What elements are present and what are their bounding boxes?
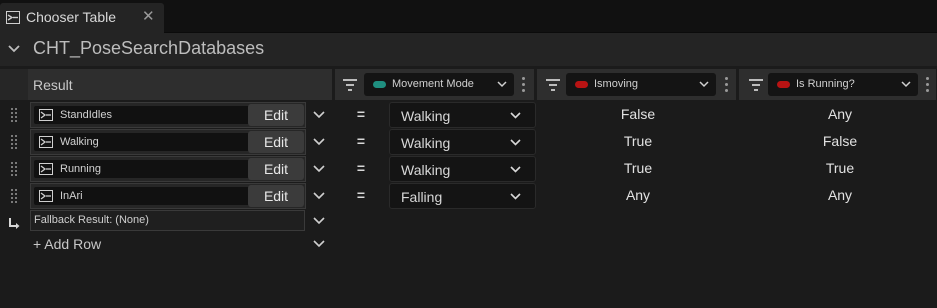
column-options-icon[interactable] bbox=[926, 77, 930, 93]
movement-mode-column-selector[interactable]: Movement Mode bbox=[364, 73, 514, 96]
fallback-result-cell: Fallback Result: (None) bbox=[30, 210, 305, 231]
chevron-down-icon bbox=[901, 81, 911, 88]
result-cell: Walking Edit bbox=[30, 129, 306, 155]
chevron-down-icon bbox=[510, 139, 521, 146]
result-asset-picker[interactable]: Walking bbox=[34, 133, 272, 151]
result-asset-picker[interactable]: InAri bbox=[34, 187, 272, 205]
tab-chooser-table[interactable]: Chooser Table ✕ bbox=[0, 3, 164, 33]
movement-mode-value: Walking bbox=[401, 108, 451, 124]
movement-mode-value: Walking bbox=[401, 135, 451, 151]
chevron-down-icon[interactable] bbox=[312, 239, 326, 249]
chevron-down-icon bbox=[699, 81, 709, 88]
row-header-gutter bbox=[0, 69, 28, 100]
ismoving-value[interactable]: False bbox=[598, 106, 678, 122]
fallback-result-picker[interactable]: Fallback Result: (None) bbox=[34, 214, 149, 226]
bool-type-pill-icon bbox=[777, 81, 790, 88]
result-column-label: Result bbox=[33, 77, 73, 93]
tab-label: Chooser Table bbox=[26, 9, 117, 25]
result-asset-picker[interactable]: StandIdles bbox=[34, 106, 272, 124]
chevron-down-icon[interactable] bbox=[312, 137, 326, 147]
chevron-down-icon[interactable] bbox=[312, 164, 326, 174]
result-asset-name: InAri bbox=[60, 190, 83, 202]
tab-bar: Chooser Table ✕ bbox=[0, 0, 937, 33]
column-options-icon[interactable] bbox=[725, 77, 729, 93]
result-asset-name: StandIdles bbox=[60, 109, 112, 121]
movement-mode-value: Falling bbox=[401, 189, 443, 205]
chevron-down-icon bbox=[497, 81, 507, 88]
filter-icon[interactable] bbox=[545, 78, 561, 92]
chevron-down-icon bbox=[510, 112, 521, 119]
ismoving-value[interactable]: Any bbox=[598, 187, 678, 203]
asset-title: CHT_PoseSearchDatabases bbox=[33, 38, 265, 58]
result-asset-name: Walking bbox=[60, 136, 99, 148]
filter-icon[interactable] bbox=[342, 78, 358, 92]
ismoving-column-selector[interactable]: Ismoving bbox=[566, 73, 716, 96]
close-icon[interactable]: ✕ bbox=[142, 7, 155, 25]
pose-search-database-icon bbox=[39, 136, 53, 148]
enum-type-pill-icon bbox=[373, 81, 386, 88]
column-combo-label: Movement Mode bbox=[392, 78, 474, 90]
chevron-down-icon bbox=[510, 193, 521, 200]
result-cell: StandIdles Edit bbox=[30, 102, 306, 128]
equals-operator: = bbox=[356, 160, 366, 176]
fallback-arrow-icon bbox=[9, 218, 20, 229]
chevron-down-icon[interactable] bbox=[312, 110, 326, 120]
movement-mode-value-dropdown[interactable]: Falling bbox=[389, 183, 536, 209]
chevron-down-icon[interactable] bbox=[312, 191, 326, 201]
edit-button[interactable]: Edit bbox=[248, 185, 304, 207]
asset-header: CHT_PoseSearchDatabases bbox=[0, 33, 937, 66]
row-drag-handle[interactable] bbox=[11, 189, 17, 203]
add-row-button[interactable]: + Add Row bbox=[33, 236, 101, 252]
result-cell: InAri Edit bbox=[30, 183, 306, 209]
pose-search-database-icon bbox=[39, 190, 53, 202]
edit-button[interactable]: Edit bbox=[248, 158, 304, 180]
equals-operator: = bbox=[356, 106, 366, 122]
ismoving-value[interactable]: True bbox=[598, 133, 678, 149]
column-options-icon[interactable] bbox=[522, 77, 526, 93]
chevron-down-icon bbox=[510, 166, 521, 173]
movement-mode-value-dropdown[interactable]: Walking bbox=[389, 156, 536, 182]
movement-mode-value-dropdown[interactable]: Walking bbox=[389, 129, 536, 155]
filter-icon[interactable] bbox=[748, 78, 764, 92]
edit-button[interactable]: Edit bbox=[248, 131, 304, 153]
is-running-value[interactable]: Any bbox=[800, 187, 880, 203]
row-drag-handle[interactable] bbox=[11, 135, 17, 149]
is-running-value[interactable]: True bbox=[800, 160, 880, 176]
pose-search-database-icon bbox=[39, 109, 53, 121]
is-running-value[interactable]: False bbox=[800, 133, 880, 149]
movement-mode-value: Walking bbox=[401, 162, 451, 178]
movement-mode-value-dropdown[interactable]: Walking bbox=[389, 102, 536, 128]
result-asset-name: Running bbox=[60, 163, 101, 175]
result-cell: Running Edit bbox=[30, 156, 306, 182]
equals-operator: = bbox=[356, 187, 366, 203]
pose-search-database-icon bbox=[39, 163, 53, 175]
is-running-column-selector[interactable]: Is Running? bbox=[768, 73, 918, 96]
chevron-down-icon[interactable] bbox=[7, 43, 21, 55]
edit-button[interactable]: Edit bbox=[248, 104, 304, 126]
result-asset-picker[interactable]: Running bbox=[34, 160, 272, 178]
equals-operator: = bbox=[356, 133, 366, 149]
row-drag-handle[interactable] bbox=[11, 108, 17, 122]
column-header-result bbox=[28, 69, 333, 100]
row-drag-handle[interactable] bbox=[11, 162, 17, 176]
column-combo-label: Is Running? bbox=[796, 78, 855, 90]
chooser-table-icon bbox=[6, 11, 20, 24]
bool-type-pill-icon bbox=[575, 81, 588, 88]
chevron-down-icon[interactable] bbox=[312, 216, 326, 226]
ismoving-value[interactable]: True bbox=[598, 160, 678, 176]
column-combo-label: Ismoving bbox=[594, 78, 639, 90]
is-running-value[interactable]: Any bbox=[800, 106, 880, 122]
